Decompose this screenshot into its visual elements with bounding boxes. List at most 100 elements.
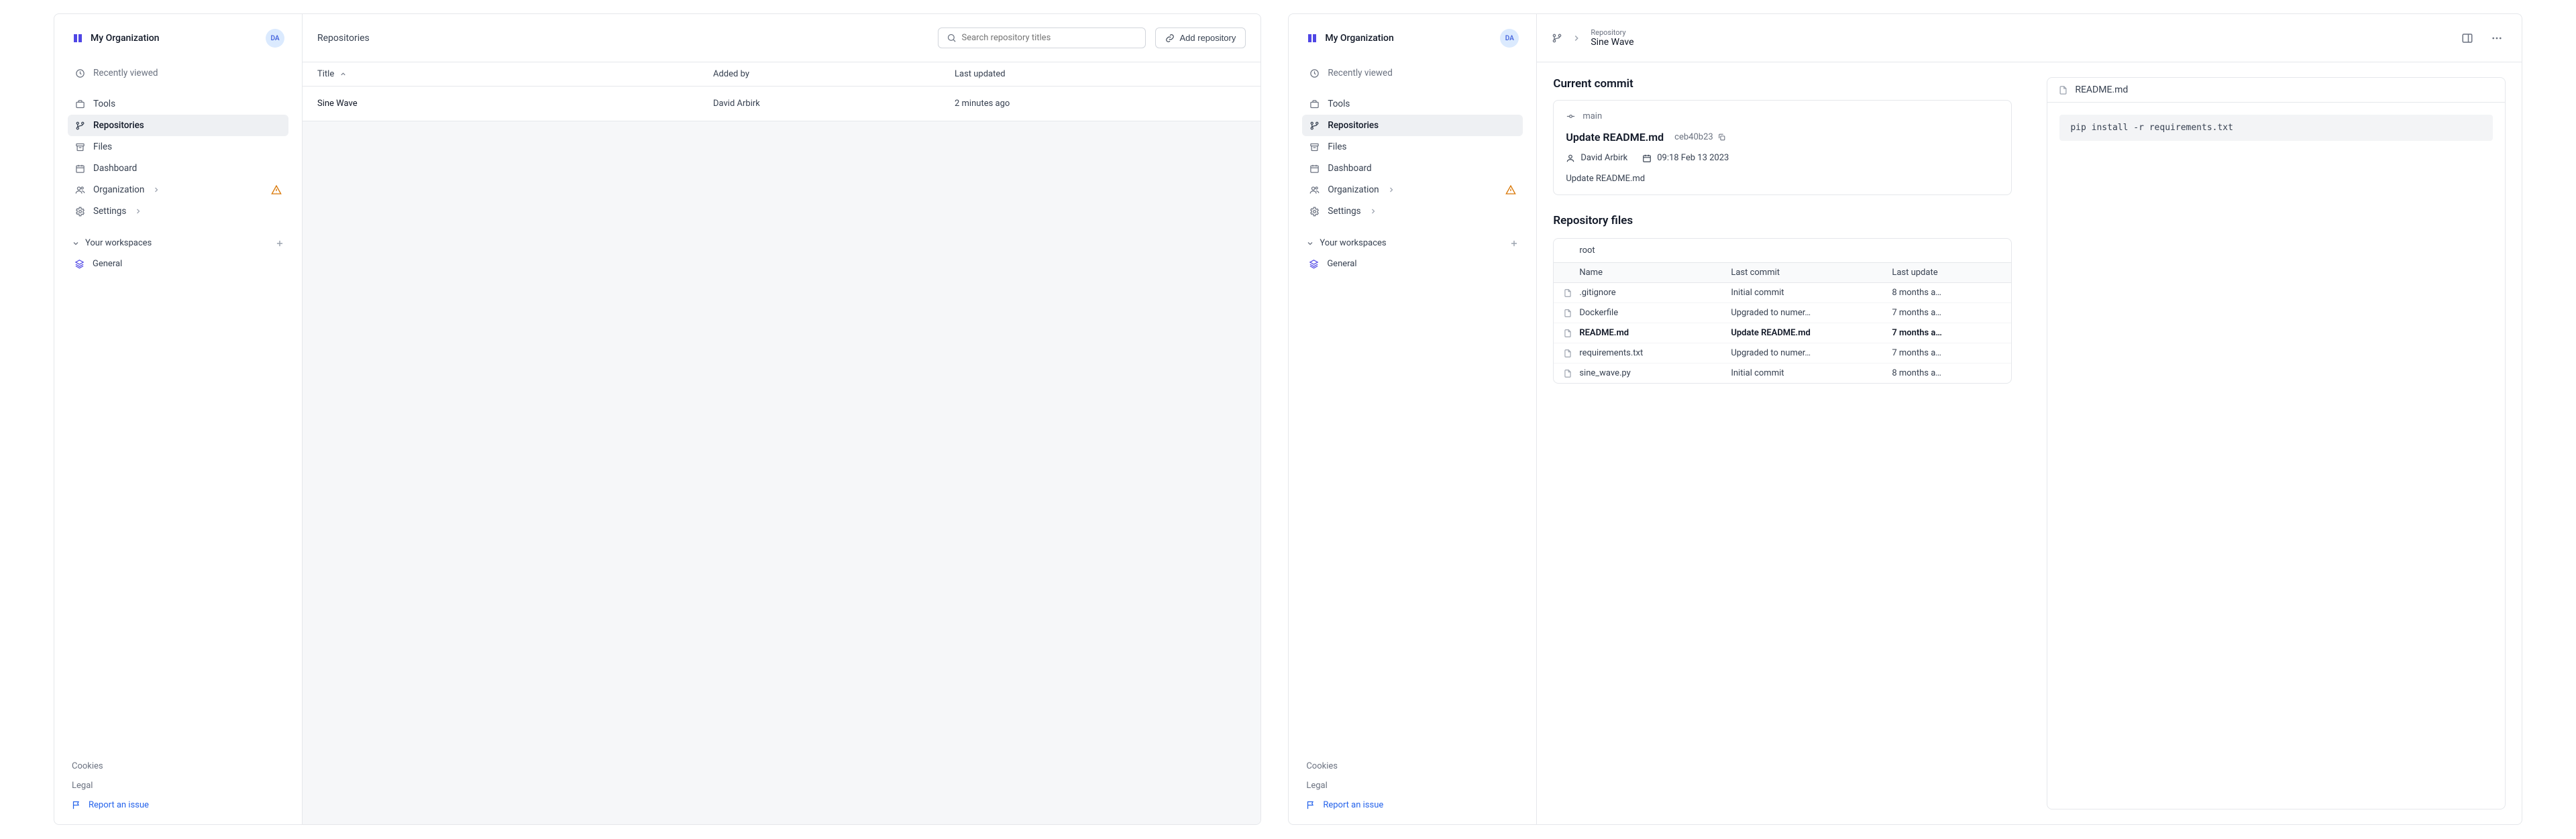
add-repository-button[interactable]: Add repository bbox=[1155, 27, 1246, 48]
org-logo-icon bbox=[72, 32, 84, 44]
add-workspace-button[interactable] bbox=[275, 239, 284, 248]
sidebar-footer: Cookies Legal Report an issue bbox=[1302, 743, 1523, 815]
col-header-updated[interactable]: Last updated bbox=[955, 69, 1246, 79]
file-last-commit: Initial commit bbox=[1731, 368, 1892, 378]
commit-title-row: Update README.md ceb40b23 bbox=[1566, 131, 1999, 144]
footer-report-issue[interactable]: Report an issue bbox=[68, 795, 288, 815]
commit-datetime: 09:18 Feb 13 2023 bbox=[1642, 153, 1729, 163]
nav-label: Recently viewed bbox=[93, 68, 158, 78]
chevron-right-icon bbox=[134, 207, 142, 215]
flag-icon bbox=[1306, 800, 1316, 810]
avatar[interactable]: DA bbox=[1500, 29, 1519, 48]
readme-body: pip install -r requirements.txt bbox=[2047, 103, 2505, 153]
layers-icon bbox=[74, 259, 85, 269]
nav-label: Recently viewed bbox=[1328, 68, 1393, 78]
search-input-wrap[interactable] bbox=[938, 27, 1146, 48]
files-col-commit[interactable]: Last commit bbox=[1731, 268, 1892, 278]
nav-files[interactable]: Files bbox=[68, 136, 288, 158]
commit-title: Update README.md bbox=[1566, 131, 1664, 144]
workspaces-header[interactable]: Your workspaces bbox=[1302, 222, 1523, 254]
files-col-update[interactable]: Last update bbox=[1892, 268, 2002, 278]
file-row[interactable]: sine_wave.pyInitial commit8 months a… bbox=[1554, 363, 2011, 383]
branch-icon[interactable] bbox=[1552, 33, 1562, 44]
avatar[interactable]: DA bbox=[266, 29, 284, 48]
breadcrumb[interactable]: Repository Sine Wave bbox=[1591, 28, 1633, 48]
nav-repositories[interactable]: Repositories bbox=[1302, 115, 1523, 136]
file-row[interactable]: .gitignoreInitial commit8 months a… bbox=[1554, 283, 2011, 303]
breadcrumb-title: Sine Wave bbox=[1591, 37, 1633, 48]
org-name[interactable]: My Organization bbox=[91, 33, 259, 44]
file-last-update: 7 months a… bbox=[1892, 328, 2002, 338]
commit-author: David Arbirk bbox=[1566, 153, 1627, 163]
users-icon bbox=[1309, 184, 1320, 195]
clock-icon bbox=[1309, 68, 1320, 78]
file-row[interactable]: README.mdUpdate README.md7 months a… bbox=[1554, 323, 2011, 343]
main-repo-list: Repositories Add repository Title bbox=[303, 14, 1260, 824]
archive-icon bbox=[74, 142, 85, 152]
search-input[interactable] bbox=[962, 33, 1137, 43]
nav-repositories[interactable]: Repositories bbox=[68, 115, 288, 136]
workspace-general[interactable]: General bbox=[68, 254, 288, 274]
workspaces-header[interactable]: Your workspaces bbox=[68, 222, 288, 254]
files-card: root Name Last commit Last update .gitig… bbox=[1553, 238, 2012, 384]
commit-hash[interactable]: ceb40b23 bbox=[1674, 132, 1726, 142]
nav-label: Dashboard bbox=[1328, 163, 1371, 174]
file-last-update: 7 months a… bbox=[1892, 308, 2002, 318]
file-row[interactable]: DockerfileUpgraded to numer…7 months a… bbox=[1554, 303, 2011, 323]
nav-settings[interactable]: Settings bbox=[1302, 201, 1523, 222]
branch-icon bbox=[1309, 120, 1320, 131]
nav-dashboard[interactable]: Dashboard bbox=[1302, 158, 1523, 179]
files-header: Name Last commit Last update bbox=[1554, 263, 2011, 283]
files-root[interactable]: root bbox=[1554, 239, 2011, 263]
file-name: Dockerfile bbox=[1579, 308, 1618, 318]
file-icon bbox=[1563, 288, 1572, 298]
flag-icon bbox=[72, 800, 82, 810]
file-icon bbox=[1563, 349, 1572, 358]
workspace-label: General bbox=[93, 259, 122, 269]
nav-files[interactable]: Files bbox=[1302, 136, 1523, 158]
main-repo-detail: Repository Sine Wave Current commit bbox=[1537, 14, 2522, 824]
file-name: requirements.txt bbox=[1579, 348, 1643, 358]
nav-tools[interactable]: Tools bbox=[1302, 93, 1523, 115]
nav-tools[interactable]: Tools bbox=[68, 93, 288, 115]
commit-branch[interactable]: main bbox=[1566, 111, 1999, 121]
file-name: .gitignore bbox=[1579, 288, 1615, 298]
footer-cookies[interactable]: Cookies bbox=[68, 757, 288, 776]
footer-cookies[interactable]: Cookies bbox=[1302, 757, 1523, 776]
cell-addedby: David Arbirk bbox=[713, 99, 955, 109]
nav-organization[interactable]: Organization bbox=[1302, 179, 1523, 201]
more-menu-button[interactable] bbox=[2487, 28, 2507, 48]
org-name[interactable]: My Organization bbox=[1325, 33, 1493, 44]
copy-icon[interactable] bbox=[1717, 133, 1726, 142]
file-icon bbox=[1563, 329, 1572, 338]
nav-label: Organization bbox=[1328, 184, 1379, 195]
nav-label: Files bbox=[93, 142, 112, 152]
app-repo-list: My Organization DA Recently viewed Tools… bbox=[54, 13, 1261, 825]
table-body: Sine Wave David Arbirk 2 minutes ago bbox=[303, 87, 1260, 824]
footer-legal[interactable]: Legal bbox=[1302, 776, 1523, 795]
chevron-down-icon bbox=[72, 239, 80, 247]
workspace-general[interactable]: General bbox=[1302, 254, 1523, 274]
commit-meta: David Arbirk 09:18 Feb 13 2023 bbox=[1566, 153, 1999, 163]
calendar-icon bbox=[1642, 154, 1652, 163]
nav-recently-viewed[interactable]: Recently viewed bbox=[68, 62, 288, 84]
footer-report-issue[interactable]: Report an issue bbox=[1302, 795, 1523, 815]
file-row[interactable]: requirements.txtUpgraded to numer…7 mont… bbox=[1554, 343, 2011, 363]
col-header-addedby[interactable]: Added by bbox=[713, 69, 955, 79]
table-row[interactable]: Sine Wave David Arbirk 2 minutes ago bbox=[303, 87, 1260, 121]
nav-dashboard[interactable]: Dashboard bbox=[68, 158, 288, 179]
col-header-title[interactable]: Title bbox=[317, 69, 713, 79]
branch-icon bbox=[74, 120, 85, 131]
nav-recently-viewed[interactable]: Recently viewed bbox=[1302, 62, 1523, 84]
sidebar-footer: Cookies Legal Report an issue bbox=[68, 743, 288, 815]
nav-organization[interactable]: Organization bbox=[68, 179, 288, 201]
footer-legal[interactable]: Legal bbox=[68, 776, 288, 795]
files-col-name[interactable]: Name bbox=[1563, 268, 1731, 278]
panel-toggle-button[interactable] bbox=[2457, 28, 2477, 48]
nav-settings[interactable]: Settings bbox=[68, 201, 288, 222]
file-name: README.md bbox=[1579, 328, 1629, 338]
link-icon bbox=[1165, 34, 1175, 43]
search-icon bbox=[947, 33, 957, 43]
file-last-commit: Upgraded to numer… bbox=[1731, 348, 1892, 358]
add-workspace-button[interactable] bbox=[1509, 239, 1519, 248]
